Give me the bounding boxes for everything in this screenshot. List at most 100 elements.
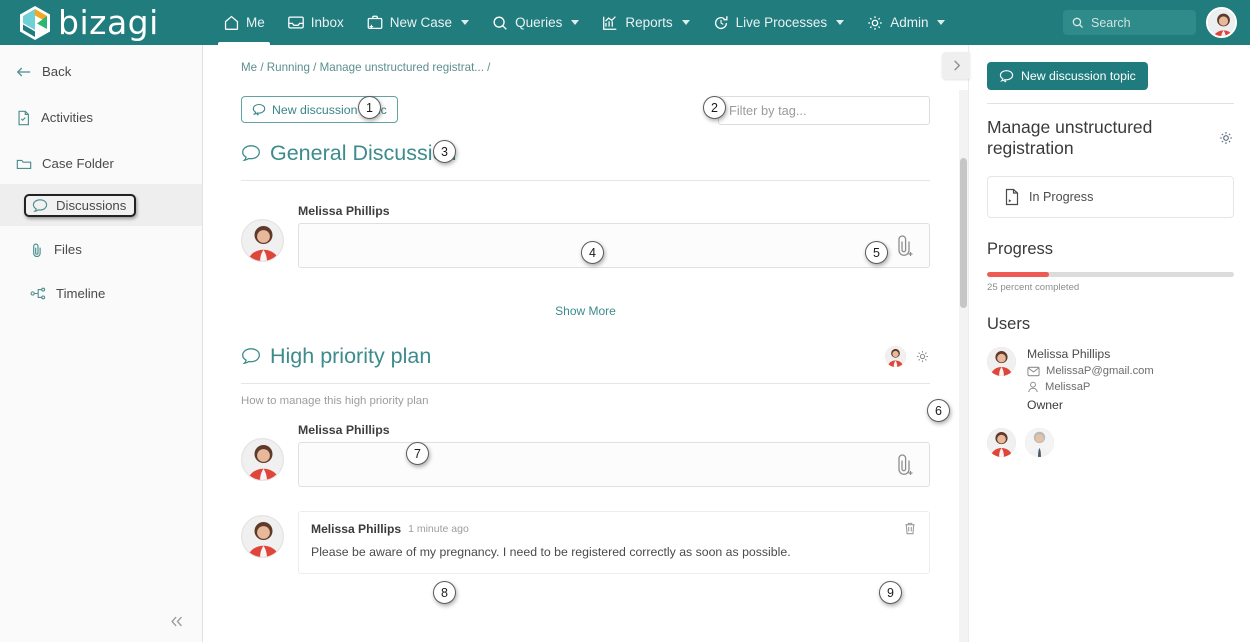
marker-3: 3 <box>433 140 456 163</box>
marker-2: 2 <box>703 96 726 119</box>
sidebar-label-timeline: Timeline <box>56 286 106 301</box>
brand-name: bizagi <box>58 3 159 42</box>
nav-item-inbox[interactable]: Inbox <box>276 0 355 45</box>
person-icon <box>1027 381 1039 393</box>
marker-5: 5 <box>865 241 888 264</box>
panel-new-discussion-topic-label: New discussion topic <box>1021 69 1136 83</box>
refresh-clock-icon <box>712 14 730 32</box>
high-priority-composer: Melissa Phillips <box>241 423 930 487</box>
comment-icon <box>241 144 261 163</box>
document-play-icon <box>1004 188 1020 206</box>
search-placeholder: Search <box>1091 15 1131 30</box>
avatar[interactable] <box>885 346 906 367</box>
sidebar-item-discussions[interactable]: Discussions <box>0 184 202 226</box>
comment-input[interactable] <box>298 223 930 268</box>
sidebar-item-back[interactable]: Back <box>0 51 202 92</box>
search-icon <box>491 14 509 32</box>
case-title-row: Manage unstructured registration <box>987 117 1234 159</box>
left-sidebar: Back Activities Case Folder Discussions … <box>0 45 203 642</box>
marker-1: 1 <box>358 96 381 119</box>
sidebar-label-activities: Activities <box>41 110 94 125</box>
nav-item-queries[interactable]: Queries <box>480 0 590 45</box>
brand-logo[interactable]: bizagi <box>0 5 200 41</box>
search-icon <box>1071 16 1085 30</box>
user-name: Melissa Phillips <box>1027 347 1111 361</box>
right-panel-toggle-button[interactable] <box>942 52 970 79</box>
comment-plus-icon <box>999 69 1014 83</box>
gear-icon[interactable] <box>1218 130 1234 146</box>
composer-body: Melissa Phillips <box>298 204 930 268</box>
chevron-down-icon <box>836 20 845 25</box>
user-username: MelissaP <box>1045 381 1091 393</box>
inbox-icon <box>287 14 305 31</box>
nav-item-admin[interactable]: Admin <box>855 0 956 45</box>
avatar <box>241 219 284 262</box>
nav-label-queries: Queries <box>515 15 563 30</box>
sidebar-item-activities[interactable]: Activities <box>0 97 202 138</box>
main-nav: Me Inbox New Case Queries Reports Live P… <box>212 0 1063 45</box>
avatar[interactable] <box>1025 428 1054 457</box>
composer-body: Melissa Phillips <box>298 423 930 487</box>
show-more-link[interactable]: Show More <box>241 304 930 318</box>
sidebar-label-case-folder: Case Folder <box>42 156 114 171</box>
user-email: MelissaP@gmail.com <box>1046 365 1154 377</box>
chevron-down-icon <box>937 20 946 25</box>
avatar[interactable] <box>1206 7 1237 38</box>
scrollbar-thumb[interactable] <box>960 158 967 308</box>
comment-text: Please be aware of my pregnancy. I need … <box>311 545 791 559</box>
bizagi-logo-icon <box>18 5 52 41</box>
sidebar-label-back: Back <box>42 64 72 79</box>
nav-item-new-case[interactable]: New Case <box>355 0 480 45</box>
sidebar-item-files[interactable]: Files <box>0 229 202 270</box>
progress-bar-fill <box>987 272 1049 277</box>
marker-9: 9 <box>879 581 902 604</box>
discussions-content: New discussion topic Filter by tag... Ge… <box>203 96 968 574</box>
high-priority-actions <box>885 346 930 367</box>
tag-filter-input[interactable]: Filter by tag... <box>718 96 930 125</box>
breadcrumb[interactable]: Me / Running / Manage unstructured regis… <box>203 45 968 74</box>
trash-icon[interactable] <box>903 521 917 536</box>
comment-author: Melissa Phillips <box>311 521 402 536</box>
panel-new-discussion-topic-button[interactable]: New discussion topic <box>987 62 1148 90</box>
users-heading: Users <box>987 315 1031 333</box>
user-email-row: MelissaP@gmail.com <box>1027 365 1154 377</box>
marker-4: 4 <box>581 241 604 264</box>
tag-filter-placeholder: Filter by tag... <box>729 103 807 118</box>
document-check-icon <box>16 110 31 126</box>
gear-icon[interactable] <box>915 349 930 364</box>
briefcase-plus-icon <box>366 14 384 31</box>
composer-author: Melissa Phillips <box>298 423 390 437</box>
comment-item: Melissa Phillips 1 minute ago Please be <box>241 511 930 574</box>
sidebar-item-case-folder[interactable]: Case Folder <box>0 143 202 184</box>
nav-label-reports: Reports <box>625 15 673 30</box>
comment-icon <box>32 198 48 213</box>
marker-6: 6 <box>927 399 950 422</box>
double-chevron-left-icon <box>169 615 185 628</box>
user-list-item[interactable]: Melissa Phillips MelissaP@gmail.com Meli… <box>987 347 1234 412</box>
scrollbar-track[interactable] <box>959 90 968 642</box>
nav-item-live-processes[interactable]: Live Processes <box>701 0 856 45</box>
general-discussion-header: General Discussion <box>241 125 930 166</box>
comment-body: Melissa Phillips 1 minute ago Please be <box>298 511 930 574</box>
comment-input[interactable] <box>298 442 930 487</box>
avatar[interactable] <box>987 428 1016 457</box>
top-navigation-bar: bizagi Me Inbox New Case Queries Reports… <box>0 0 1250 45</box>
nav-item-reports[interactable]: Reports <box>590 0 700 45</box>
general-discussion-title-row: General Discussion <box>241 141 456 166</box>
high-priority-subtitle: How to manage this high priority plan <box>241 395 429 407</box>
main-content: Me / Running / Manage unstructured regis… <box>203 45 968 642</box>
marker-8: 8 <box>433 581 456 604</box>
nav-item-me[interactable]: Me <box>212 0 276 45</box>
marker-7: 7 <box>406 442 429 465</box>
nav-label-live-processes: Live Processes <box>735 15 828 30</box>
general-discussion-title: General Discussion <box>270 141 457 165</box>
search-input[interactable]: Search <box>1063 10 1196 35</box>
progress-heading: Progress <box>987 240 1054 258</box>
sidebar-collapse-button[interactable] <box>163 608 191 634</box>
paperclip-plus-icon[interactable] <box>893 452 915 478</box>
envelope-icon <box>1027 366 1040 377</box>
sidebar-item-timeline[interactable]: Timeline <box>0 273 202 314</box>
paperclip-plus-icon[interactable] <box>893 233 915 259</box>
user-role: Owner <box>1027 398 1063 412</box>
divider <box>241 383 930 384</box>
